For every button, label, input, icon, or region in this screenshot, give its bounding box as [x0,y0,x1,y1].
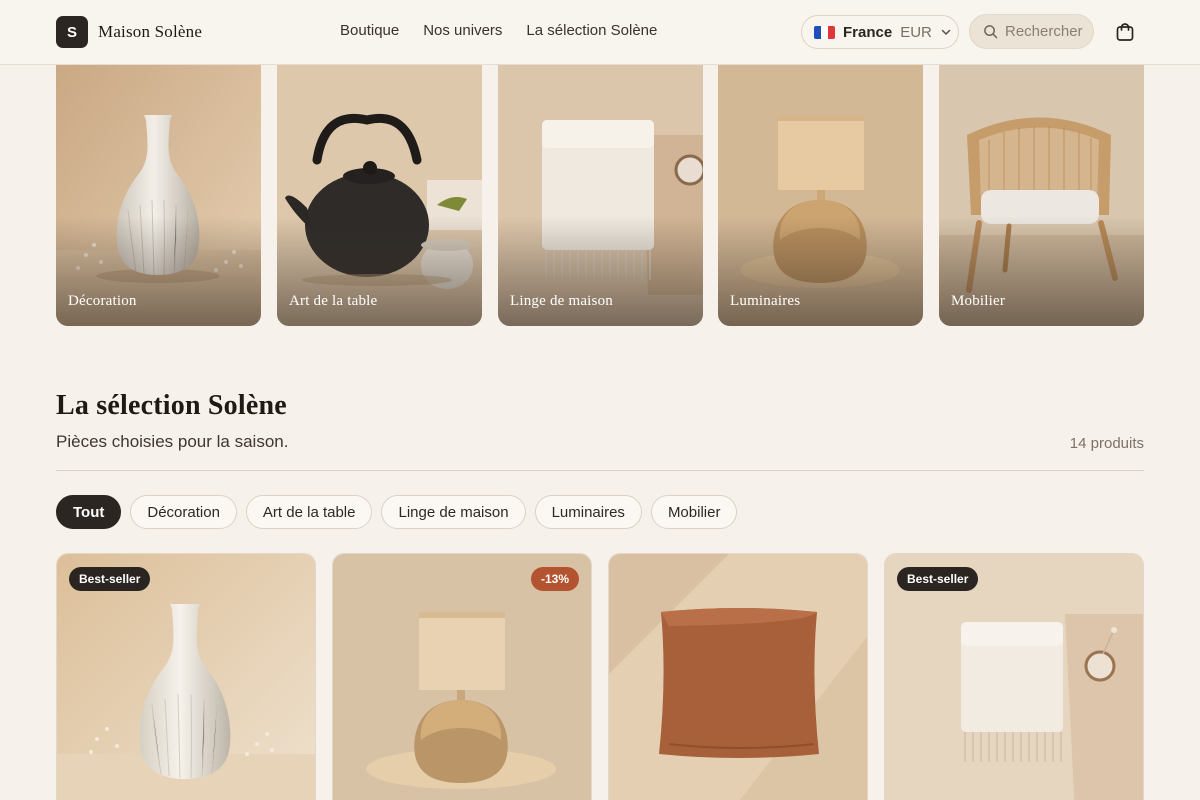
product-count: 14 produits [1069,435,1144,452]
filter-chip-luminaires[interactable]: Luminaires [534,495,642,529]
best-seller-badge: Best-seller [69,567,151,591]
category-label: Art de la table [289,293,378,309]
search-icon [984,25,998,39]
category-card-linge-de-maison[interactable]: Linge de maison [498,40,703,326]
best-seller-badge: Best-seller [897,567,979,591]
nav-link-selection[interactable]: La sélection Solène [526,22,657,39]
cushion-product-image [609,554,867,800]
product-card[interactable] [608,553,868,800]
category-label: Linge de maison [510,293,613,309]
nav-link-univers[interactable]: Nos univers [423,22,502,39]
currency-code: EUR [900,23,932,41]
product-card[interactable]: -13% [332,553,592,800]
filter-chip-art-de-la-table[interactable]: Art de la table [245,495,373,529]
france-flag-icon [814,25,835,39]
filter-chip-decoration[interactable]: Décoration [130,495,237,529]
country-name: France [843,23,893,41]
category-label: Décoration [68,293,137,309]
site-header: S Maison Solène Boutique Nos univers La … [0,0,1200,65]
category-label: Mobilier [951,293,1006,309]
brand-name: Maison Solène [98,22,203,41]
country-selector[interactable]: France EUR [801,15,959,49]
main-nav: Boutique Nos univers La sélection Solène [340,22,681,39]
product-card[interactable]: Best-seller [56,553,316,800]
filter-chips: Tout Décoration Art de la table Linge de… [56,495,746,529]
filter-chip-linge-de-maison[interactable]: Linge de maison [381,495,526,529]
section-subtitle: Pièces choisies pour la saison. [56,432,289,451]
category-card-mobilier[interactable]: Mobilier [939,40,1144,326]
section-title: La sélection Solène [56,390,287,421]
category-card-luminaires[interactable]: Luminaires [718,40,923,326]
chevron-down-icon [941,29,951,35]
nav-link-boutique[interactable]: Boutique [340,22,399,39]
search-placeholder: Rechercher [1005,23,1083,40]
filter-chip-mobilier[interactable]: Mobilier [650,495,738,529]
product-card[interactable]: Best-seller [884,553,1144,800]
discount-badge: -13% [530,567,579,591]
section-divider [56,470,1144,471]
brand-logo[interactable]: S Maison Solène [56,16,202,48]
shopping-bag-icon[interactable] [1114,21,1136,43]
category-card-decoration[interactable]: Décoration [56,40,261,326]
category-card-art-de-la-table[interactable]: Art de la table [277,40,482,326]
search-button[interactable]: Rechercher [969,14,1094,49]
logo-mark: S [56,16,88,48]
filter-chip-tout[interactable]: Tout [56,495,122,529]
category-label: Luminaires [730,293,801,309]
